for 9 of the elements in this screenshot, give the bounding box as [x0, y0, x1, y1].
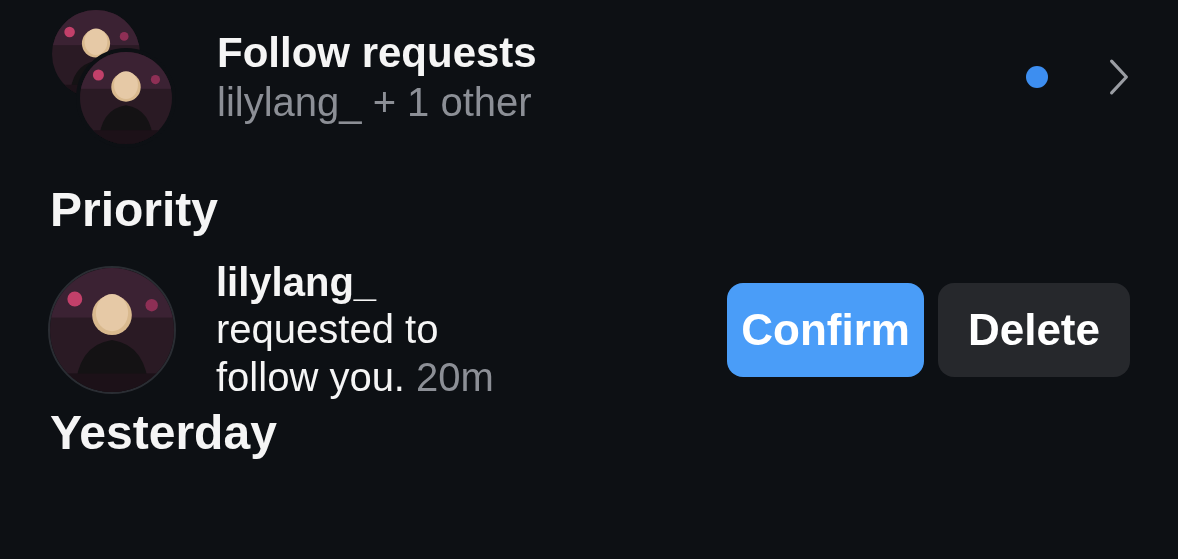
section-heading: Yesterday [50, 404, 278, 460]
chevron-right-icon [1108, 58, 1130, 96]
follow-requests-subtitle: lilylang_ + 1 other [217, 79, 533, 127]
username: lilylang_ [216, 259, 378, 307]
section-heading: Priority [50, 182, 220, 238]
follow-requests-row[interactable]: Follow requests lilylang_ + 1 other [0, 0, 1178, 148]
follow-requests-title: Follow requests [217, 27, 538, 78]
request-message: requested to follow you. 20m [216, 306, 495, 401]
delete-button[interactable]: Delete [937, 282, 1130, 377]
